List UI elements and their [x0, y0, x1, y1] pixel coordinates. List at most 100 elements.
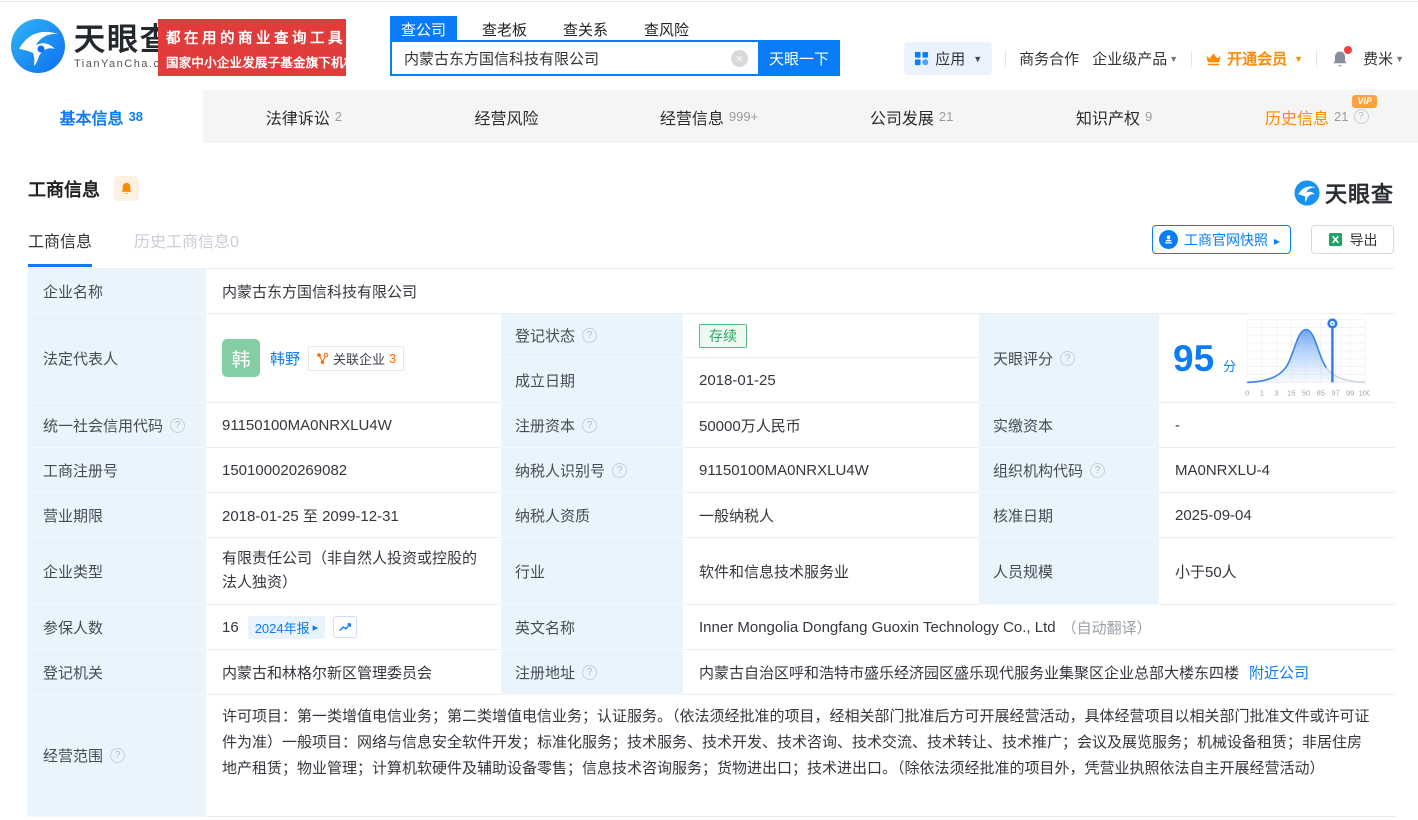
- trend-chart-button[interactable]: [333, 616, 357, 638]
- chevron-down-icon: [1395, 54, 1404, 64]
- field-label: 经营范围: [29, 695, 206, 817]
- field-label: 法定代表人: [29, 314, 206, 403]
- tab-count: 21: [1334, 109, 1348, 124]
- help-icon[interactable]: [582, 665, 597, 680]
- tianyan-score-value[interactable]: 95 分 0 1 3 15: [1159, 314, 1395, 403]
- nearby-companies-link[interactable]: 附近公司: [1249, 662, 1309, 683]
- legal-rep-link[interactable]: 韩野: [270, 348, 300, 369]
- svg-text:50: 50: [1302, 389, 1310, 398]
- taxpayer-id-value: 91150100MA0NRXLU4W: [683, 448, 979, 493]
- tab-label: 经营风险: [474, 105, 538, 129]
- business-scope-value: 许可项目：第一类增值电信业务；第二类增值电信业务；认证服务。（依法须经批准的项目…: [206, 695, 1395, 817]
- score-unit: 分: [1223, 356, 1236, 375]
- avatar[interactable]: 韩: [222, 339, 260, 377]
- svg-text:1: 1: [1260, 389, 1264, 398]
- paid-capital-value: -: [1159, 403, 1395, 448]
- search-input[interactable]: [392, 50, 731, 67]
- score-distribution-chart: 0 1 3 15 50 85 97 99 100: [1242, 315, 1370, 401]
- field-label: 成立日期: [501, 358, 683, 403]
- org-code-value: MA0NRXLU-4: [1159, 448, 1395, 493]
- tab-count: 999+: [729, 109, 758, 124]
- nav-divider: [1005, 51, 1006, 67]
- credit-code-value: 91150100MA0NRXLU4W: [206, 403, 501, 448]
- related-count: 3: [389, 351, 396, 366]
- top-header: 天眼查 TianYanCha.com 都在用的商业查询工具 国家中小企业发展子基…: [0, 2, 1418, 90]
- tab-count: 21: [939, 109, 953, 124]
- help-icon[interactable]: [170, 418, 185, 433]
- snapshot-label: 工商官网快照: [1184, 230, 1268, 250]
- apps-grid-icon: [914, 51, 929, 66]
- help-icon[interactable]: [1090, 463, 1105, 478]
- tab-operational-risk[interactable]: 经营风险: [405, 90, 608, 143]
- tianyancha-logo-icon: [1294, 180, 1320, 206]
- org-network-icon: [316, 352, 329, 365]
- tab-history-info[interactable]: VIP 历史信息 21: [1215, 90, 1418, 143]
- help-icon[interactable]: [582, 418, 597, 433]
- field-label: 核准日期: [979, 493, 1159, 538]
- monitor-bell-button[interactable]: [114, 176, 139, 201]
- nav-divider: [1191, 51, 1192, 67]
- help-icon[interactable]: [110, 748, 125, 763]
- subtab-business-registration[interactable]: 工商信息: [28, 228, 92, 267]
- arrow-right-icon: [1274, 232, 1280, 248]
- score-number: 95: [1173, 340, 1214, 377]
- status-badge: 存续: [699, 324, 747, 348]
- svg-text:97: 97: [1331, 389, 1339, 398]
- notification-dot: [1344, 46, 1352, 54]
- related-companies-badge[interactable]: 关联企业 3: [308, 346, 404, 371]
- chevron-down-icon: [973, 54, 982, 64]
- export-button[interactable]: 导出: [1311, 225, 1394, 254]
- help-icon[interactable]: [1060, 351, 1075, 366]
- tab-label: 基本信息: [60, 105, 124, 129]
- insured-number: 16: [222, 619, 239, 636]
- official-snapshot-button[interactable]: 工商官网快照: [1152, 225, 1291, 254]
- tab-label: 经营信息: [660, 105, 724, 129]
- svg-text:0: 0: [1245, 389, 1249, 398]
- search-button[interactable]: 天眼一下: [758, 40, 840, 76]
- tab-business-info[interactable]: 经营信息 999+: [608, 90, 811, 143]
- vip-label: 开通会员: [1227, 48, 1287, 69]
- chevron-down-icon: [1294, 54, 1303, 64]
- field-label: 登记状态: [501, 314, 683, 358]
- tab-label: 公司发展: [870, 105, 934, 129]
- field-label: 工商注册号: [29, 448, 206, 493]
- tab-basic-info[interactable]: 基本信息 38: [0, 90, 203, 143]
- tab-label: 历史信息: [1265, 105, 1329, 129]
- subtab-history-registration[interactable]: 历史工商信息0: [134, 228, 239, 267]
- company-name-value: 内蒙古东方国信科技有限公司: [206, 269, 1395, 314]
- help-icon[interactable]: [1354, 109, 1369, 124]
- nav-enterprise-products[interactable]: 企业级产品: [1092, 48, 1178, 69]
- tab-count: 9: [1145, 109, 1152, 124]
- vip-badge: VIP: [1352, 95, 1377, 108]
- apps-menu[interactable]: 应用: [904, 42, 992, 75]
- field-label: 纳税人资质: [501, 493, 683, 538]
- tianyancha-logo[interactable]: 天眼查 TianYanCha.com: [10, 18, 179, 74]
- registration-authority-value: 内蒙古和林格尔新区管理委员会: [206, 650, 501, 695]
- help-icon[interactable]: [582, 328, 597, 343]
- field-label: 组织机构代码: [979, 448, 1159, 493]
- clear-search-icon[interactable]: [731, 50, 748, 67]
- line-chart-icon: [338, 620, 352, 634]
- registration-status-value: 存续: [683, 314, 979, 358]
- business-registration-table: 企业名称 内蒙古东方国信科技有限公司 法定代表人 韩 韩野 关联企业 3 登记状…: [28, 268, 1394, 817]
- user-menu[interactable]: 费米: [1363, 48, 1404, 69]
- notifications-bell[interactable]: [1330, 49, 1350, 69]
- tab-label: 知识产权: [1076, 105, 1140, 129]
- nav-cooperation[interactable]: 商务合作: [1019, 48, 1079, 69]
- crown-icon: [1205, 52, 1222, 66]
- help-icon[interactable]: [612, 463, 627, 478]
- open-vip-link[interactable]: 开通会员: [1205, 48, 1303, 69]
- nav-divider: [1316, 51, 1317, 67]
- tab-legal-proceedings[interactable]: 法律诉讼 2: [203, 90, 406, 143]
- tab-count: 38: [129, 109, 143, 124]
- field-label: 行业: [501, 538, 683, 605]
- export-label: 导出: [1350, 230, 1378, 250]
- field-label: 天眼评分: [979, 314, 1159, 403]
- company-detail-tabs: 基本信息 38 法律诉讼 2 经营风险 经营信息 999+ 公司发展 21 知识…: [0, 90, 1418, 143]
- tab-intellectual-property[interactable]: 知识产权 9: [1013, 90, 1216, 143]
- establish-date-value: 2018-01-25: [683, 358, 979, 403]
- slogan-line1: 都在用的商业查询工具: [166, 27, 340, 48]
- registered-capital-value: 50000万人民币: [683, 403, 979, 448]
- annual-report-badge[interactable]: 2024年报: [248, 616, 325, 639]
- tab-company-development[interactable]: 公司发展 21: [810, 90, 1013, 143]
